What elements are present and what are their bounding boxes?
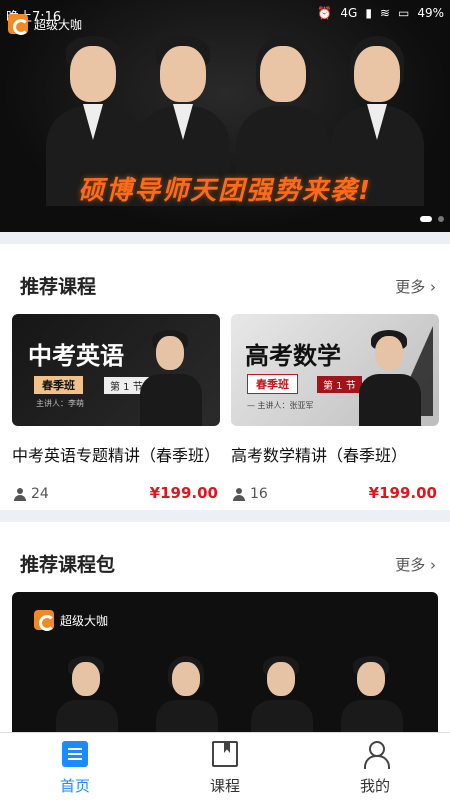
student-count-value: 16	[250, 486, 268, 502]
book-icon	[212, 741, 238, 767]
brand-name: 超级大咖	[60, 613, 109, 628]
signal-icon: ▮	[365, 6, 372, 20]
person-icon	[14, 487, 26, 501]
thumbnail-tag: 春季班	[34, 376, 83, 394]
lecturer-photo	[136, 326, 206, 426]
course-meta: 16 ¥199.00	[231, 484, 439, 506]
section-header: 推荐课程包 更多 ›	[0, 522, 450, 582]
lecturer-photo	[355, 326, 425, 426]
carousel-dot-active	[420, 216, 432, 222]
course-name: 高考数学精讲（春季班）	[231, 446, 408, 465]
course-thumbnail: 中考英语 春季班 第 1 节 主讲人：李萌	[12, 314, 220, 426]
student-count-value: 24	[31, 486, 49, 502]
tab-label: 我的	[359, 777, 390, 795]
section-title: 推荐课程包	[20, 554, 116, 576]
tab-profile[interactable]: 我的	[300, 733, 450, 800]
course-card[interactable]: 中考英语 春季班 第 1 节 主讲人：李萌 中考英语专题精讲（春季班） 24 ¥…	[12, 314, 220, 506]
status-icons: ⏰ 4G ▮ ≋ ▭ 49%	[317, 6, 444, 20]
thumbnail-lecturer: 主讲人：李萌	[36, 399, 84, 408]
thumbnail-tag: 春季班	[247, 374, 298, 394]
tab-courses[interactable]: 课程	[150, 733, 300, 800]
course-card[interactable]: 高考数学 春季班 第 1 节 — 主讲人：张亚军 高考数学精讲（春季班） 16 …	[231, 314, 439, 506]
carousel-dot	[438, 216, 444, 222]
thumbnail-title: 高考数学	[245, 342, 341, 370]
person-icon	[233, 487, 245, 501]
section-title: 推荐课程	[20, 276, 97, 298]
recommended-courses-section: 推荐课程 更多 › 中考英语 春季班 第 1 节 主讲人：李萌 中考英语专题精讲…	[0, 244, 450, 510]
course-price: ¥199.00	[368, 484, 437, 502]
thumbnail-title: 中考英语	[28, 342, 124, 370]
tab-label: 课程	[209, 777, 240, 795]
more-courses-link[interactable]: 更多 ›	[395, 276, 436, 297]
course-meta: 24 ¥199.00	[12, 484, 220, 506]
package-card[interactable]: 超级大咖	[12, 592, 438, 752]
brand-logo-icon	[34, 610, 55, 631]
carousel-indicator	[420, 216, 444, 222]
hero-banner[interactable]: 晚上7:16 ⏰ 4G ▮ ≋ ▭ 49% 超级大咖 硕博导师天团强势来袭!	[0, 0, 450, 232]
thumbnail-lecturer: — 主讲人：张亚军	[247, 401, 314, 410]
tab-label: 首页	[59, 777, 90, 795]
bottom-tab-bar: 首页 课程 我的	[0, 732, 450, 800]
network-label: 4G	[340, 6, 358, 20]
tab-home[interactable]: 首页	[0, 733, 150, 800]
package-brand: 超级大咖	[34, 610, 109, 631]
home-icon	[62, 741, 88, 767]
alarm-icon: ⏰	[317, 6, 333, 20]
hero-slogan: 硕博导师天团强势来袭!	[78, 176, 372, 206]
course-thumbnail: 高考数学 春季班 第 1 节 — 主讲人：张亚军	[231, 314, 439, 426]
battery-icon: ▭	[397, 6, 410, 20]
student-count: 24	[14, 486, 49, 502]
section-header: 推荐课程 更多 ›	[0, 244, 450, 304]
recommended-packages-section: 推荐课程包 更多 › 超级大咖	[0, 522, 450, 752]
battery-level: 49%	[417, 6, 444, 20]
brand-logo-icon	[8, 14, 29, 35]
course-name: 中考英语专题精讲（春季班）	[12, 446, 220, 465]
app-screen: 晚上7:16 ⏰ 4G ▮ ≋ ▭ 49% 超级大咖 硕博导师天团强势来袭! 推…	[0, 0, 450, 800]
wifi-icon: ≋	[379, 6, 390, 20]
profile-icon	[362, 741, 390, 769]
course-price: ¥199.00	[149, 484, 218, 502]
student-count: 16	[233, 486, 268, 502]
more-packages-link[interactable]: 更多 ›	[395, 554, 436, 575]
